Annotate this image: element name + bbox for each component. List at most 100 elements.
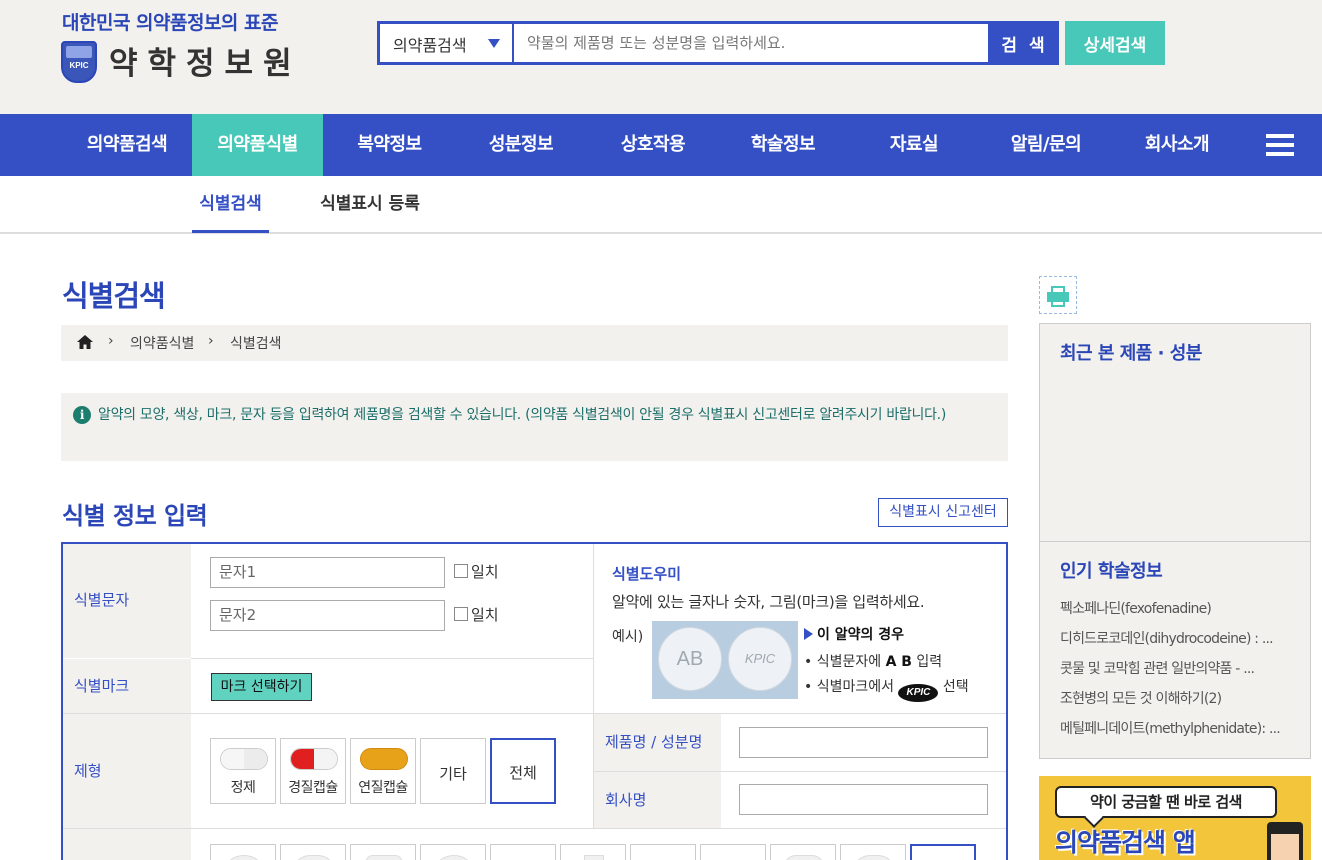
- shape-button[interactable]: [770, 844, 836, 860]
- example-pill-back: KPIC: [728, 627, 792, 691]
- banner-bubble: 약이 궁금할 땐 바로 검색: [1055, 786, 1277, 818]
- breadcrumb-separator: ›: [108, 333, 114, 349]
- soft-capsule-icon: [360, 748, 408, 770]
- character-icon: [1267, 822, 1303, 860]
- menu-icon[interactable]: [1266, 134, 1294, 156]
- notice-text: 알약의 모양, 색상, 마크, 문자 등을 입력하여 제품명을 검색할 수 있습…: [98, 407, 946, 423]
- app-banner[interactable]: 약이 궁금할 땐 바로 검색 의약품검색 앱: [1039, 776, 1311, 860]
- home-icon[interactable]: [77, 335, 93, 349]
- helper-desc: 알약에 있는 글자나 숫자, 그림(마크)을 입력하세요.: [612, 593, 925, 611]
- shape-all-button[interactable]: [910, 844, 976, 860]
- report-center-button[interactable]: 식별표시 신고센터: [878, 498, 1008, 527]
- main-nav: 의약품검색 의약품식별 복약정보 성분정보 상호작용 학술정보 자료실 알림/문…: [0, 114, 1322, 186]
- label-company: 회사명: [594, 772, 721, 828]
- popular-item[interactable]: 디히드로코데인(dihydrocodeine) : ...: [1060, 628, 1300, 648]
- search-button[interactable]: 검 색: [990, 21, 1059, 65]
- helper-line-char: • 식별문자에 A B 입력: [804, 654, 943, 670]
- breadcrumb: › 의약품식별 › 식별검색: [61, 325, 1008, 361]
- helper-example-label: 예시): [612, 629, 644, 645]
- caret-down-icon: [488, 39, 500, 48]
- popular-item[interactable]: 펙소페나딘(fexofenadine): [1060, 598, 1300, 618]
- shape-button[interactable]: [630, 844, 696, 860]
- page-title: 식별검색: [62, 279, 166, 313]
- divider: [1040, 541, 1310, 542]
- char1-input[interactable]: 문자1: [210, 557, 445, 588]
- popular-item[interactable]: 조현병의 모든 것 이해하기(2): [1060, 688, 1300, 708]
- label-product-name: 제품명 / 성분명: [594, 714, 721, 771]
- company-input[interactable]: [739, 784, 988, 815]
- label-identify-mark: 식별마크: [63, 659, 191, 713]
- popular-academic-title: 인기 학술정보: [1060, 561, 1163, 582]
- tablet-icon: [220, 748, 268, 770]
- product-name-input[interactable]: [739, 727, 988, 758]
- shape-button[interactable]: [210, 844, 276, 860]
- shape-button[interactable]: [490, 844, 556, 860]
- char2-exact-checkbox[interactable]: 일치: [454, 604, 499, 625]
- search-category-select[interactable]: 의약품검색: [380, 24, 514, 62]
- form-hard-capsule-button[interactable]: 경질캡슐: [280, 738, 346, 804]
- divider: [191, 658, 594, 659]
- form-other-button[interactable]: 기타: [420, 738, 486, 804]
- nav-item-interaction[interactable]: 상호작용: [586, 114, 720, 176]
- search-category-value: 의약품검색: [393, 36, 467, 55]
- divider: [594, 771, 1006, 772]
- site-header: 대한민국 의약품정보의 표준 KPIC 약학정보원 의약품검색 검 색 상세검색: [0, 0, 1322, 114]
- search-box: 의약품검색: [377, 21, 991, 65]
- divider: [63, 828, 1006, 829]
- nav-item-notice[interactable]: 알림/문의: [982, 114, 1110, 176]
- label-dosage-form: 제형: [63, 714, 191, 828]
- divider: [593, 544, 594, 828]
- helper-case-title: 이 알약의 경우: [804, 624, 904, 644]
- nav-item-academic[interactable]: 학술정보: [720, 114, 846, 176]
- mark-select-button[interactable]: 마크 선택하기: [211, 673, 312, 701]
- popular-item[interactable]: 콧물 및 코막힘 관련 일반의약품 - ...: [1060, 658, 1300, 678]
- label-identify-char: 식별문자: [63, 544, 191, 658]
- recent-viewed-title: 최근 본 제품 · 성분: [1060, 343, 1202, 364]
- char2-input[interactable]: 문자2: [210, 600, 445, 631]
- triangle-right-icon: [804, 628, 813, 640]
- breadcrumb-item[interactable]: 식별검색: [230, 333, 282, 353]
- logo-name[interactable]: 약학정보원: [109, 38, 302, 83]
- label-shape: [63, 829, 191, 860]
- example-pill-image: AB KPIC: [652, 621, 798, 699]
- helper-title: 식별도우미: [612, 565, 682, 583]
- shape-button[interactable]: [700, 844, 766, 860]
- logo-tagline: 대한민국 의약품정보의 표준: [62, 12, 279, 34]
- search-input[interactable]: [515, 24, 985, 62]
- logo-emblem-icon[interactable]: KPIC: [61, 41, 97, 83]
- nav-item-ingredient-info[interactable]: 성분정보: [456, 114, 586, 176]
- notice-box: i 알약의 모양, 색상, 마크, 문자 등을 입력하여 제품명을 검색할 수 …: [61, 393, 1008, 461]
- sub-nav: 식별검색 식별표시 등록: [0, 176, 1322, 234]
- popular-item[interactable]: 메틸페니데이트(methylphenidate): ...: [1060, 718, 1300, 738]
- detail-search-button[interactable]: 상세검색: [1065, 21, 1165, 65]
- kpic-mark-icon: KPIC: [898, 684, 939, 702]
- shape-button[interactable]: [840, 844, 906, 860]
- nav-item-drug-identify[interactable]: 의약품식별: [192, 114, 323, 186]
- hard-capsule-icon: [290, 748, 338, 770]
- shape-button[interactable]: [280, 844, 346, 860]
- nav-item-library[interactable]: 자료실: [846, 114, 982, 176]
- subnav-tab-identify-search[interactable]: 식별검색: [192, 176, 269, 233]
- breadcrumb-item[interactable]: 의약품식별: [130, 333, 194, 353]
- sidebar-panel: 최근 본 제품 · 성분 인기 학술정보 펙소페나딘(fexofenadine)…: [1039, 323, 1311, 759]
- nav-item-drug-search[interactable]: 의약품검색: [62, 114, 192, 176]
- form-tablet-button[interactable]: 정제: [210, 738, 276, 804]
- shape-button[interactable]: [350, 844, 416, 860]
- shape-button[interactable]: [420, 844, 486, 860]
- banner-app-title: 의약품검색 앱: [1055, 828, 1196, 857]
- subnav-tab-identify-register[interactable]: 식별표시 등록: [310, 176, 430, 233]
- identify-form: 식별문자 식별마크 제형 제품명 / 성분명 회사명 문자1 일치 문자2 일치…: [61, 542, 1008, 860]
- helper-line-mark: • 식별마크에서 KPIC 선택: [804, 676, 969, 702]
- nav-item-company[interactable]: 회사소개: [1110, 114, 1244, 176]
- divider: [63, 713, 1006, 714]
- example-pill-front: AB: [658, 627, 722, 691]
- info-icon: i: [73, 406, 91, 424]
- section-title: 식별 정보 입력: [62, 502, 208, 530]
- form-soft-capsule-button[interactable]: 연질캡슐: [350, 738, 416, 804]
- print-icon[interactable]: [1039, 276, 1077, 314]
- breadcrumb-separator: ›: [208, 333, 214, 349]
- nav-item-medication-info[interactable]: 복약정보: [323, 114, 456, 176]
- form-all-button[interactable]: 전체: [490, 738, 556, 804]
- char1-exact-checkbox[interactable]: 일치: [454, 561, 499, 582]
- shape-button[interactable]: [560, 844, 626, 860]
